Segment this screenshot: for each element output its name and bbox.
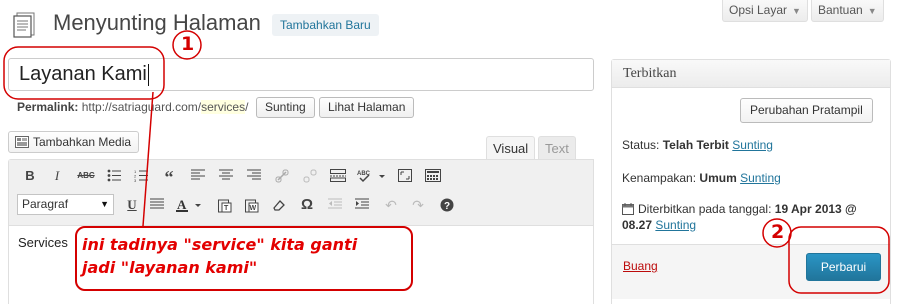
annotation-circle-title xyxy=(3,46,165,100)
annotation-step2-number: 2 xyxy=(771,221,785,243)
annotation-note-line2: jadi "layanan kami" xyxy=(82,258,258,277)
annotation-arrow-line xyxy=(142,91,154,227)
annotation-circle-update xyxy=(788,226,890,294)
annotation-note: ini tadinya "service" kita ganti jadi "l… xyxy=(82,233,357,279)
annotation-step1-number: 1 xyxy=(181,33,195,55)
annotation-note-line1: ini tadinya "service" kita ganti xyxy=(82,235,358,254)
